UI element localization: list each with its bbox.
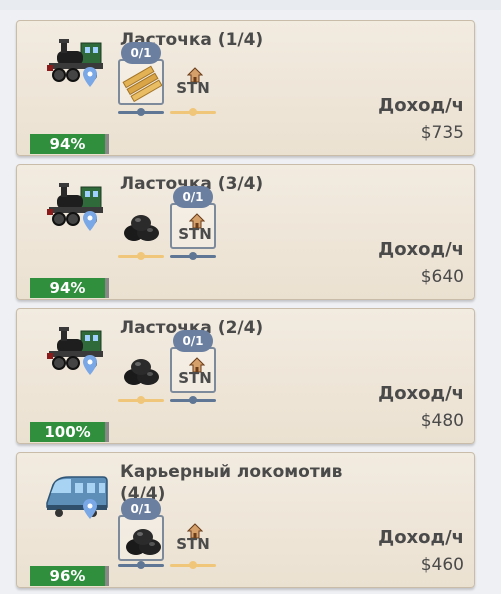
- slot-indicator: [170, 252, 216, 260]
- cargo-load-badge: 0/1: [173, 186, 213, 208]
- slot-indicator: [118, 108, 164, 116]
- income-value: $640: [420, 267, 464, 287]
- cargo-load-badge: 0/1: [121, 498, 161, 520]
- location-pin-icon[interactable]: [83, 67, 97, 87]
- train-name: Ласточка (2/4): [120, 318, 264, 338]
- fuel-level: 100%: [30, 422, 109, 442]
- income-label: Доход/ч: [378, 383, 464, 404]
- fuel-level: 94%: [30, 134, 109, 154]
- income-label: Доход/ч: [378, 527, 464, 548]
- coal-icon: [124, 359, 159, 385]
- cargo-slot-station[interactable]: STN: [170, 59, 216, 105]
- cargo-slot-station[interactable]: STN: [170, 347, 216, 393]
- fuel-level: 96%: [30, 566, 109, 586]
- train-card[interactable]: Ласточка (2/4) STN 0/1 Доход/ч $480 100%: [16, 308, 475, 444]
- location-pin-icon[interactable]: [83, 355, 97, 375]
- cargo-load-badge: 0/1: [121, 42, 161, 64]
- train-name: Карьерный локомотив (4/4): [120, 462, 343, 504]
- slot-indicator: [170, 561, 216, 569]
- station-label: STN: [178, 225, 212, 243]
- train-card[interactable]: Ласточка (3/4) STN 0/1 Доход/ч $640 94%: [16, 164, 475, 300]
- slot-indicator: [118, 396, 164, 404]
- cargo-slot-coal[interactable]: [118, 515, 164, 561]
- station-label: STN: [176, 535, 210, 553]
- station-label: STN: [176, 79, 210, 97]
- slot-indicator: [170, 108, 216, 116]
- fuel-level: 94%: [30, 278, 109, 298]
- train-card[interactable]: Карьерный локомотив (4/4) 0/1 STN Доход/…: [16, 452, 475, 588]
- cargo-slot-coal[interactable]: [118, 203, 164, 249]
- top-strip: [0, 0, 501, 10]
- slot-indicator: [118, 252, 164, 260]
- location-pin-icon[interactable]: [83, 499, 97, 519]
- cargo-slot-station[interactable]: STN: [170, 203, 216, 249]
- location-pin-icon[interactable]: [83, 211, 97, 231]
- income-label: Доход/ч: [378, 239, 464, 260]
- income-value: $460: [420, 555, 464, 575]
- train-name: Ласточка (3/4): [120, 174, 264, 194]
- slot-indicator: [118, 561, 164, 569]
- cargo-slot-station[interactable]: STN: [170, 515, 216, 561]
- station-label: STN: [178, 369, 212, 387]
- income-value: $480: [420, 411, 464, 431]
- cargo-slot-lumber[interactable]: [118, 59, 164, 105]
- income-value: $735: [420, 123, 464, 143]
- lumber-icon: [122, 65, 162, 103]
- income-label: Доход/ч: [378, 95, 464, 116]
- cargo-load-badge: 0/1: [173, 330, 213, 352]
- slot-indicator: [170, 396, 216, 404]
- coal-icon: [124, 215, 159, 241]
- coal-icon: [126, 529, 161, 555]
- cargo-slot-coal[interactable]: [118, 347, 164, 393]
- train-card[interactable]: Ласточка (1/4) 0/1 STN Доход/ч $735 94%: [16, 20, 475, 156]
